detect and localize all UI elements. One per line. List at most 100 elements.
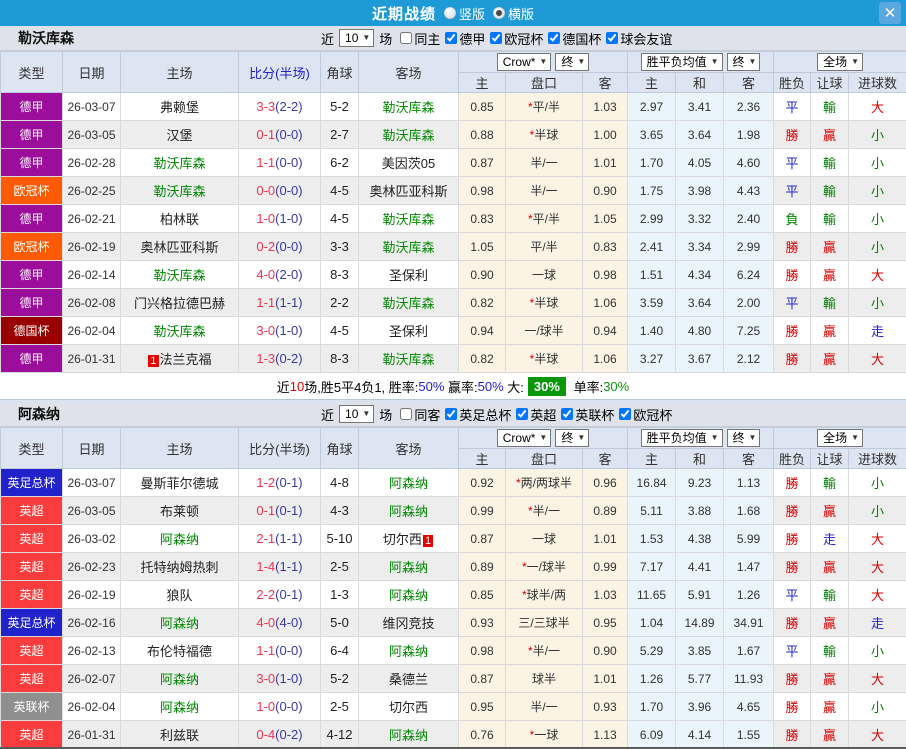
avg-select[interactable]: 胜平负均值 ▼: [640, 429, 723, 447]
odds-away: 0.94: [581, 316, 629, 345]
match-date: 26-03-05: [62, 496, 121, 525]
result-handicap: 贏: [810, 232, 850, 261]
result-wdl: 平: [773, 176, 812, 205]
avg-away: 1.98: [723, 120, 775, 149]
layout-horizontal-label: 横版: [508, 6, 535, 22]
avg-away: 6.24: [723, 260, 775, 289]
col-date: 日期: [62, 51, 121, 93]
scope-group: 全场 ▼: [773, 51, 906, 73]
odds-stage-select[interactable]: 终 ▼: [555, 429, 590, 447]
handicap-line: 球半: [505, 664, 583, 693]
record-summary: 近 10 场,胜5平4负1, 胜率: 50% 赢率: 50% 大: 30% 单率: 30%: [0, 373, 906, 400]
avg-home: 2.97: [627, 92, 677, 121]
league-checkbox[interactable]: 欧冠杯: [619, 405, 672, 424]
filter-bar: 近 10 ▼ 场 同主 德甲 欧冠杯 德国杯 球会友谊: [318, 29, 672, 48]
corner-count: 4-8: [320, 468, 359, 497]
odds-home: 0.98: [458, 636, 506, 665]
home-team: 狼队: [120, 580, 239, 609]
away-team: 桑德兰: [358, 664, 459, 693]
avg-select[interactable]: 胜平负均值 ▼: [640, 53, 723, 71]
match-date: 26-02-19: [62, 232, 121, 261]
away-team: 勒沃库森: [358, 232, 459, 261]
league-checkbox[interactable]: 英联杯: [561, 405, 614, 424]
match-date: 26-01-31: [62, 720, 121, 749]
league-type-badge: 英超: [0, 664, 63, 693]
league-checkbox[interactable]: 英超: [516, 405, 556, 424]
same-venue-checkbox[interactable]: 同客: [400, 405, 440, 424]
col-date: 日期: [62, 427, 121, 469]
league-type-badge: 英超: [0, 720, 63, 749]
avg-stage-select[interactable]: 终 ▼: [726, 429, 761, 447]
avg-away: 1.67: [723, 636, 775, 665]
home-team: 汉堡: [120, 120, 239, 149]
odds-away: 1.01: [581, 148, 629, 177]
league-checkbox[interactable]: 球会友谊: [606, 29, 672, 48]
avg-stage-select[interactable]: 终 ▼: [726, 53, 761, 71]
score: 1-0(0-0): [238, 692, 321, 721]
match-row: 德甲 26-01-31 1 法兰克福 1-3(0-2) 8-3 勒沃库森 0.82 *半球 1.0…: [0, 344, 906, 373]
result-goals: 大: [848, 664, 906, 693]
result-handicap: 輸: [810, 204, 850, 233]
home-team: 阿森纳: [120, 692, 239, 721]
col-corner: 角球: [320, 51, 359, 93]
avg-home: 1.26: [627, 664, 677, 693]
match-date: 26-02-23: [62, 552, 121, 581]
match-count-select[interactable]: 10 ▼: [339, 405, 375, 423]
odds-stage-select[interactable]: 终 ▼: [555, 53, 590, 71]
avg-away: 11.93: [723, 664, 775, 693]
avg-home: 5.11: [627, 496, 677, 525]
away-team: 阿森纳: [358, 720, 459, 749]
home-team: 1 法兰克福: [120, 344, 239, 373]
radio-on-icon: [493, 7, 505, 19]
same-venue-checkbox[interactable]: 同主: [400, 29, 440, 48]
avg-away: 1.13: [723, 468, 775, 497]
match-row: 英超 26-02-13 布伦特福德 1-1(0-0) 6-4 阿森纳 0.98 *半/一 0.9…: [0, 636, 906, 665]
score: 1-4(1-1): [238, 552, 321, 581]
league-checkbox[interactable]: 欧冠杯: [490, 29, 543, 48]
corner-count: 3-3: [320, 232, 359, 261]
col-odds-away: 客: [581, 448, 629, 469]
result-handicap: 贏: [810, 720, 850, 749]
match-date: 26-02-19: [62, 580, 121, 609]
score: 1-3(0-2): [238, 344, 321, 373]
result-wdl: 勝: [773, 260, 812, 289]
handicap-line: *半球: [505, 344, 583, 373]
chevron-down-icon: ▼: [577, 433, 586, 442]
col-score[interactable]: 比分(半场): [238, 51, 321, 93]
avg-away: 1.47: [723, 552, 775, 581]
col-avg-home: 主: [627, 72, 677, 93]
home-team: 柏林联: [120, 204, 239, 233]
odds-home: 0.85: [458, 92, 506, 121]
close-button[interactable]: ✕: [879, 2, 901, 24]
avg-draw: 3.34: [675, 232, 725, 261]
match-count-select[interactable]: 10 ▼: [339, 29, 375, 47]
chevron-down-icon: ▼: [851, 57, 860, 66]
odds-home: 0.94: [458, 316, 506, 345]
scope-select[interactable]: 全场 ▼: [817, 429, 864, 447]
score: 2-1(1-1): [238, 524, 321, 553]
result-goals: 大: [848, 524, 906, 553]
result-wdl: 平: [773, 288, 812, 317]
layout-radio-horizontal[interactable]: 横版: [493, 4, 534, 23]
avg-home: 1.70: [627, 692, 677, 721]
odds-home: 0.85: [458, 580, 506, 609]
scope-select[interactable]: 全场 ▼: [817, 53, 864, 71]
bookmaker-select[interactable]: Crow* ▼: [496, 53, 552, 71]
away-team: 奥林匹亚科斯: [358, 176, 459, 205]
handicap-line: 一球: [505, 524, 583, 553]
bookmaker-select[interactable]: Crow* ▼: [496, 429, 552, 447]
col-avg-away: 客: [723, 448, 775, 469]
avg-home: 3.59: [627, 288, 677, 317]
league-checkbox[interactable]: 德甲: [445, 29, 485, 48]
result-handicap: 輸: [810, 288, 850, 317]
league-checkbox[interactable]: 德国杯: [548, 29, 601, 48]
handicap-line: 三/三球半: [505, 608, 583, 637]
league-checkbox[interactable]: 英足总杯: [445, 405, 511, 424]
layout-radio-vertical[interactable]: 竖版: [443, 4, 485, 23]
avg-draw: 5.77: [675, 664, 725, 693]
result-goals: 小: [848, 232, 906, 261]
corner-count: 4-3: [320, 496, 359, 525]
result-wdl: 勝: [773, 316, 812, 345]
score: 4-0(4-0): [238, 608, 321, 637]
league-type-badge: 德甲: [0, 344, 63, 373]
